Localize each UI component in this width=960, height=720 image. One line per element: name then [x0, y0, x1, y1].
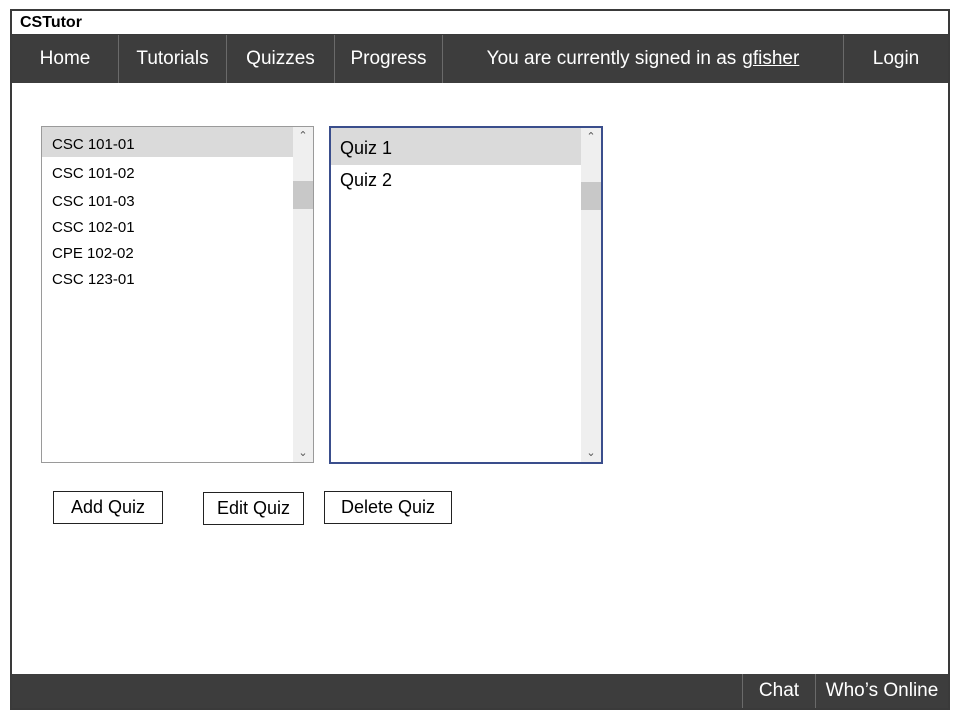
footer-bar: Chat Who’s Online — [12, 674, 948, 708]
title-bar: CSTutor — [12, 11, 948, 35]
quiz-list[interactable]: Quiz 1 Quiz 2 ⌃ ⌄ — [329, 126, 603, 464]
scroll-thumb[interactable] — [293, 181, 313, 209]
nav-tutorials[interactable]: Tutorials — [119, 35, 227, 83]
app-title: CSTutor — [20, 14, 82, 31]
course-item-label: CSC 101-03 — [52, 193, 135, 210]
course-list-scrollbar[interactable]: ⌃ ⌄ — [293, 127, 313, 462]
signed-in-status: You are currently signed in as gfisher — [443, 35, 844, 83]
whos-online-button[interactable]: Who’s Online — [815, 674, 948, 708]
course-item[interactable]: CSC 123-01 — [42, 271, 293, 293]
chevron-up-icon[interactable]: ⌃ — [293, 127, 313, 145]
signed-in-text: You are currently signed in as — [486, 48, 737, 69]
nav-quizzes[interactable]: Quizzes — [227, 35, 335, 83]
delete-quiz-button[interactable]: Delete Quiz — [324, 491, 452, 524]
nav-progress[interactable]: Progress — [335, 35, 443, 83]
course-item-label: CSC 101-01 — [52, 136, 135, 153]
course-list[interactable]: CSC 101-01 CSC 101-02 CSC 101-03 CSC 102… — [41, 126, 314, 463]
nav-home[interactable]: Home — [12, 35, 119, 83]
course-item-label: CSC 123-01 — [52, 271, 135, 288]
edit-quiz-button[interactable]: Edit Quiz — [203, 492, 304, 525]
course-item-label: CSC 101-02 — [52, 165, 135, 182]
course-item[interactable]: CSC 101-01 — [42, 127, 293, 157]
chevron-up-icon[interactable]: ⌃ — [581, 128, 601, 146]
quiz-item[interactable]: Quiz 2 — [331, 170, 581, 196]
scroll-thumb[interactable] — [581, 182, 601, 210]
course-item-label: CPE 102-02 — [52, 245, 134, 262]
course-item-label: CSC 102-01 — [52, 219, 135, 236]
nav-bar: Home Tutorials Quizzes Progress You are … — [12, 35, 948, 83]
chat-button[interactable]: Chat — [742, 674, 815, 708]
course-item[interactable]: CSC 102-01 — [42, 219, 293, 241]
quiz-item[interactable]: Quiz 1 — [331, 128, 581, 165]
course-item[interactable]: CPE 102-02 — [42, 245, 293, 267]
quiz-item-label: Quiz 2 — [340, 170, 393, 190]
add-quiz-button[interactable]: Add Quiz — [53, 491, 163, 524]
chevron-down-icon[interactable]: ⌄ — [293, 444, 313, 462]
app-window: CSTutor Home Tutorials Quizzes Progress … — [10, 9, 950, 710]
chevron-down-icon[interactable]: ⌄ — [581, 444, 601, 462]
nav-login[interactable]: Login — [844, 35, 948, 83]
course-item[interactable]: CSC 101-02 — [42, 165, 293, 187]
quiz-item-label: Quiz 1 — [340, 138, 393, 158]
username-link[interactable]: gfisher — [742, 48, 799, 70]
quiz-list-scrollbar[interactable]: ⌃ ⌄ — [581, 128, 601, 462]
course-item[interactable]: CSC 101-03 — [42, 193, 293, 215]
